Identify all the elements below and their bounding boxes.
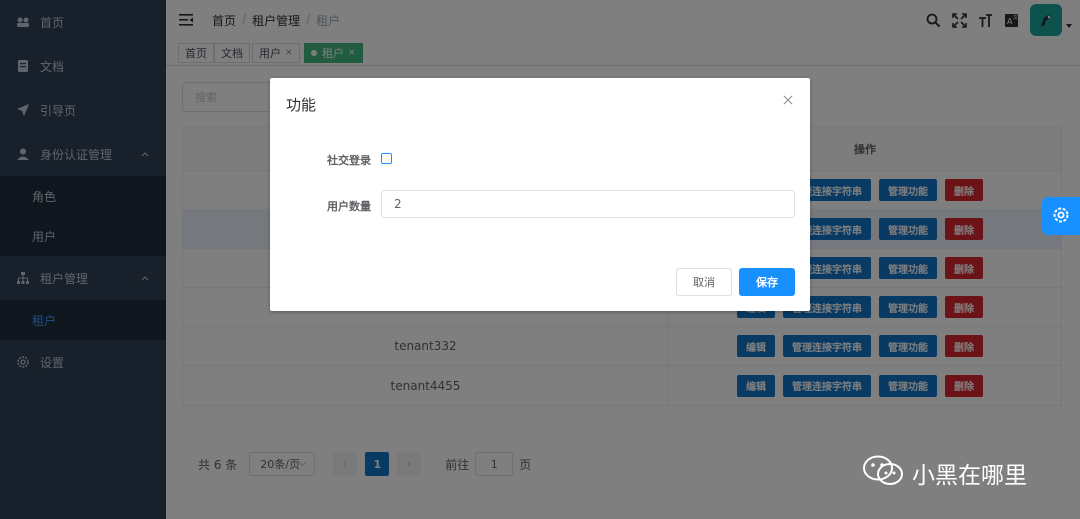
dialog-title: 功能 <box>286 96 317 114</box>
user-count-value: 2 <box>394 197 402 211</box>
social-login-label: 社交登录 <box>327 154 371 167</box>
wechat-icon <box>862 454 904 491</box>
watermark-text: 小黑在哪里 <box>912 462 1027 489</box>
features-dialog: 功能 社交登录 用户数量 2 取消 保存 <box>270 78 810 311</box>
cancel-button[interactable]: 取消 <box>676 268 732 296</box>
gear-icon <box>1051 205 1071 228</box>
close-icon[interactable] <box>782 94 794 106</box>
user-count-input[interactable]: 2 <box>381 190 795 218</box>
settings-panel-button[interactable] <box>1042 197 1080 235</box>
watermark: 小黑在哪里 <box>862 454 1027 491</box>
social-login-checkbox[interactable] <box>381 153 392 164</box>
user-count-label: 用户数量 <box>327 200 371 213</box>
save-button[interactable]: 保存 <box>739 268 795 296</box>
